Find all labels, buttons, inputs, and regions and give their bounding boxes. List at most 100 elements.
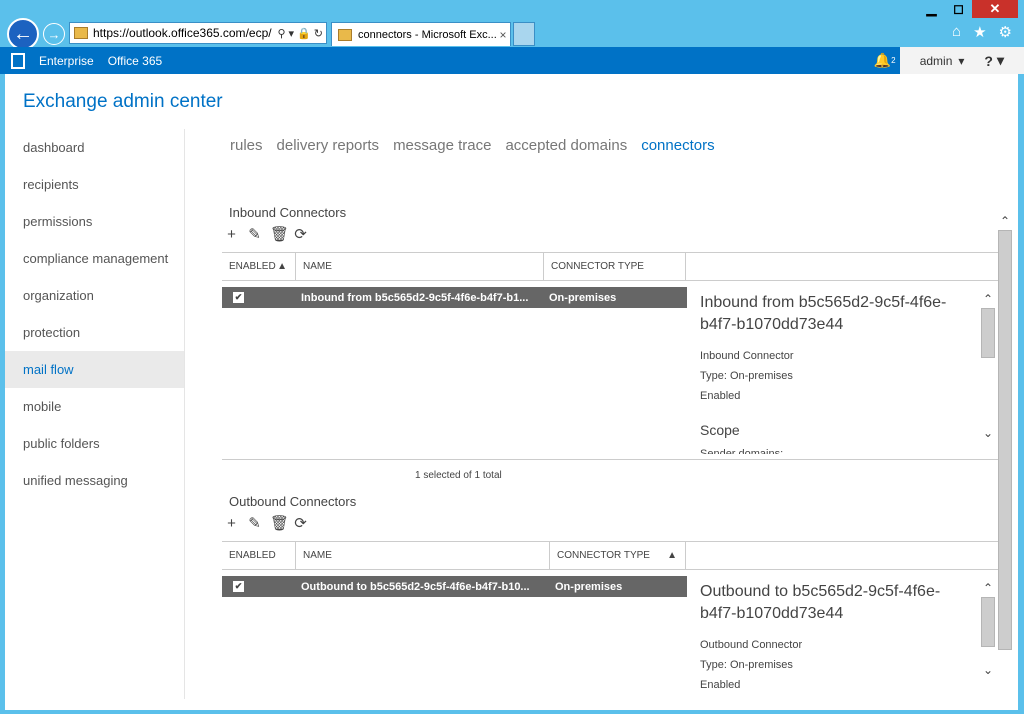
dropdown-icon[interactable]: ▾ (289, 27, 295, 40)
back-arrow-icon: ← (13, 22, 33, 45)
nav-item-mobile[interactable]: mobile (5, 388, 184, 425)
enabled-checkbox[interactable]: ✔ (233, 581, 244, 592)
column-enabled-label: ENABLED (229, 260, 276, 272)
edit-icon[interactable]: ✎ (247, 514, 262, 532)
enabled-checkbox[interactable]: ✔ (233, 292, 244, 303)
row-type: On-premises (549, 291, 617, 304)
add-icon[interactable]: + (224, 226, 239, 243)
help-icon: ? (984, 52, 993, 69)
delete-icon[interactable]: 🗑 (270, 514, 289, 532)
details-type: Type: On-premises (700, 659, 793, 671)
home-icon[interactable]: ⌂ (952, 23, 961, 41)
page-scroll-up-icon[interactable]: ⌃ (997, 214, 1013, 230)
tab-close-icon[interactable]: × (496, 28, 510, 42)
outbound-section-title: Outbound Connectors (229, 494, 357, 509)
bell-icon: 🔔 (873, 52, 892, 68)
column-enabled[interactable]: ENABLED ▲ (222, 253, 296, 280)
nav-item-public-folders[interactable]: public folders (5, 425, 184, 462)
scroll-down-icon[interactable]: ⌄ (980, 426, 996, 442)
edit-icon[interactable]: ✎ (247, 225, 262, 243)
nav-item-recipients[interactable]: recipients (5, 166, 184, 203)
lock-icon[interactable]: 🔒 (297, 27, 311, 40)
details-scrollbar[interactable]: ⌃ ⌄ (980, 581, 996, 691)
help-menu[interactable]: ? ▾ (974, 47, 1024, 74)
tab-accepted-domains[interactable]: accepted domains (505, 137, 627, 154)
forward-button[interactable]: → (43, 23, 65, 45)
office365-link[interactable]: Office 365 (108, 54, 162, 68)
chevron-down-icon: ▾ (958, 53, 965, 68)
url-text[interactable]: https://outlook.office365.com/ecp/ (93, 26, 277, 40)
details-scope: Scope (700, 422, 740, 438)
notifications-button[interactable]: 🔔 2 (870, 47, 900, 74)
refresh-icon[interactable]: ⟳ (293, 225, 308, 243)
office365-bar: Enterprise Office 365 🔔 2 admin ▾ ? ▾ (0, 47, 1024, 74)
scroll-thumb[interactable] (981, 308, 995, 358)
row-name: Outbound to b5c565d2-9c5f-4f6e-b4f7-b10.… (301, 580, 530, 593)
gear-icon[interactable]: ⚙ (999, 23, 1012, 41)
scroll-thumb[interactable] (981, 597, 995, 647)
details-scrollbar[interactable]: ⌃ ⌄ (980, 292, 996, 452)
admin-label: admin (919, 53, 953, 68)
address-tools: ⚲ ▾ 🔒 ↻ (277, 27, 326, 40)
url-host: outlook.office365.com (129, 26, 246, 40)
nav-item-organization[interactable]: organization (5, 277, 184, 314)
page-title: Exchange admin center (23, 91, 223, 112)
minimize-button[interactable]: ▁ (918, 0, 945, 18)
scroll-up-icon[interactable]: ⌃ (980, 292, 996, 308)
tab-delivery-reports[interactable]: delivery reports (277, 137, 380, 154)
tab-connectors[interactable]: connectors (641, 137, 714, 154)
column-enabled-label: ENABLED (229, 549, 276, 561)
add-icon[interactable]: + (224, 515, 239, 532)
inbound-details-pane: Inbound from b5c565d2-9c5f-4f6e-b4f7-b10… (690, 292, 988, 458)
scroll-down-icon[interactable]: ⌄ (980, 663, 996, 679)
column-name[interactable]: NAME (296, 542, 550, 569)
inbound-section-title: Inbound Connectors (229, 205, 347, 220)
maximize-button[interactable]: ◻ (945, 0, 972, 18)
favorites-star-icon[interactable]: ★ (973, 23, 986, 41)
nav-item-protection[interactable]: protection (5, 314, 184, 351)
table-row[interactable]: ✔ Outbound to b5c565d2-9c5f-4f6e-b4f7-b1… (222, 576, 687, 597)
nav-item-dashboard[interactable]: dashboard (5, 129, 184, 166)
tab-message-trace[interactable]: message trace (393, 137, 491, 154)
column-connector-type[interactable]: CONNECTOR TYPE ▲ (550, 542, 686, 569)
tab-favicon-icon (338, 28, 352, 41)
sub-navigation: rules delivery reports message trace acc… (230, 137, 715, 154)
details-sender-domains: Sender domains: (700, 448, 784, 454)
column-type-label: CONNECTOR TYPE (551, 260, 644, 272)
page-scroll-thumb[interactable] (998, 230, 1012, 650)
site-favicon-icon (74, 27, 88, 39)
close-window-button[interactable]: ✕ (972, 0, 1018, 18)
nav-item-mail-flow[interactable]: mail flow (5, 351, 184, 388)
search-icon[interactable]: ⚲ (277, 27, 285, 40)
refresh-page-icon[interactable]: ↻ (314, 27, 323, 40)
column-name[interactable]: NAME (296, 253, 544, 280)
column-enabled[interactable]: ENABLED (222, 542, 296, 569)
office-logo-icon[interactable] (11, 52, 25, 69)
table-row[interactable]: ✔ Inbound from b5c565d2-9c5f-4f6e-b4f7-b… (222, 287, 687, 308)
chevron-down-icon: ▾ (996, 52, 1004, 68)
sort-ascending-icon: ▲ (277, 260, 287, 272)
row-type: On-premises (555, 580, 623, 593)
details-title: Inbound from b5c565d2-9c5f-4f6e-b4f7-b10… (700, 294, 947, 333)
nav-item-permissions[interactable]: permissions (5, 203, 184, 240)
back-button[interactable]: ← (7, 18, 39, 50)
nav-item-unified-messaging[interactable]: unified messaging (5, 462, 184, 499)
browser-tools: ⌂ ★ ⚙ (952, 23, 1012, 41)
url-prefix: https:// (93, 26, 130, 40)
address-bar[interactable]: https://outlook.office365.com/ecp/ ⚲ ▾ 🔒… (69, 22, 327, 44)
scroll-up-icon[interactable]: ⌃ (980, 581, 996, 597)
column-type-label: CONNECTOR TYPE (557, 549, 650, 561)
delete-icon[interactable]: 🗑 (270, 225, 289, 243)
new-tab-button[interactable] (513, 22, 535, 46)
url-path: /ecp/ (245, 26, 272, 40)
outbound-grid-header: ENABLED NAME CONNECTOR TYPE ▲ (222, 542, 1000, 570)
tab-rules[interactable]: rules (230, 137, 263, 154)
nav-item-compliance-management[interactable]: compliance management (5, 240, 184, 277)
admin-menu[interactable]: admin ▾ (899, 47, 975, 74)
enterprise-link[interactable]: Enterprise (39, 54, 94, 68)
browser-tab[interactable]: connectors - Microsoft Exc... × (331, 22, 511, 46)
page-scrollbar[interactable]: ⌃ (997, 214, 1013, 694)
column-connector-type[interactable]: CONNECTOR TYPE (544, 253, 686, 280)
refresh-icon[interactable]: ⟳ (293, 514, 308, 532)
row-name: Inbound from b5c565d2-9c5f-4f6e-b4f7-b1.… (301, 291, 529, 304)
